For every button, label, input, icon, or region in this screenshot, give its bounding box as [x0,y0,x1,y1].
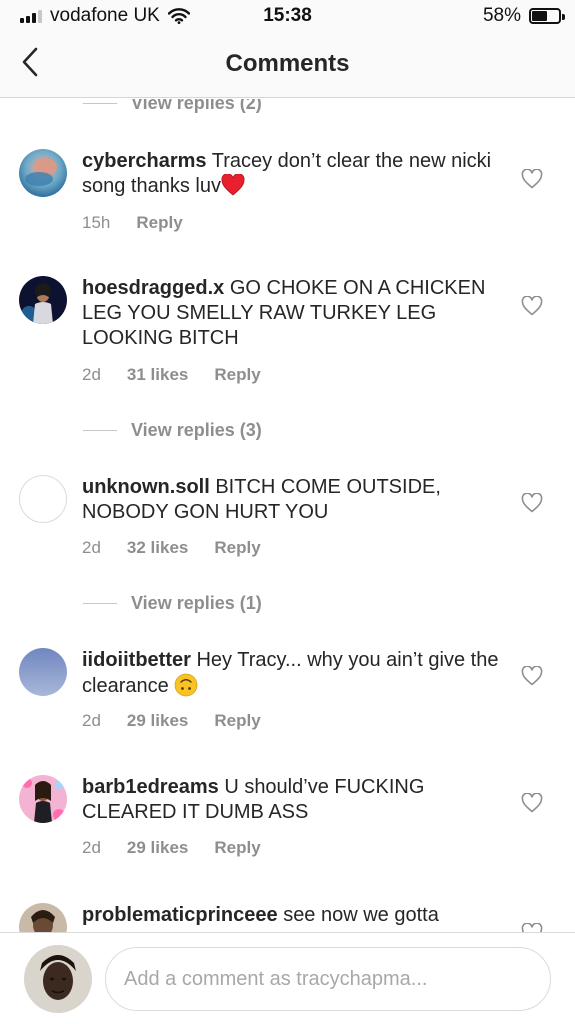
comment-text: problematicprinceee see now we gotta [82,903,507,928]
battery-icon [529,8,565,24]
reply-button[interactable]: Reply [214,365,260,385]
comment-username[interactable]: hoesdragged.x [82,277,224,299]
comment-likes[interactable]: 32 likes [127,538,188,558]
comment-username[interactable]: cybercharms [82,150,207,172]
comments-list[interactable]: View replies (2) cybercharms Tracey don’… [0,99,575,932]
comment-username[interactable]: barb1edreams [82,776,219,798]
replies-divider [83,103,117,104]
comment-composer: Add a comment as tracychapma... [0,932,575,1024]
comment-input[interactable]: Add a comment as tracychapma... [105,947,551,1011]
battery-tip [562,14,565,20]
avatar[interactable] [19,475,67,523]
comment-likes[interactable]: 29 likes [127,838,188,858]
view-replies-label: View replies (1) [131,593,262,613]
avatar[interactable] [19,149,67,197]
upside-down-face-emoji-icon [174,673,198,697]
avatar[interactable] [19,276,67,324]
comment-body: see now we gotta [283,904,439,926]
comment-likes[interactable]: 29 likes [127,711,188,731]
view-replies-link[interactable]: View replies (2) [83,99,262,114]
reply-button[interactable]: Reply [214,538,260,558]
like-heart-icon[interactable] [521,296,543,316]
like-heart-icon[interactable] [521,493,543,513]
reply-button[interactable]: Reply [136,213,182,233]
view-replies-link[interactable]: View replies (3) [83,420,262,441]
comment-text: iidoiitbetter Hey Tracy... why you ain’t… [82,648,507,699]
comment-text: hoesdragged.x GO CHOKE ON A CHICKEN LEG … [82,276,507,351]
comment-time: 2d [82,711,101,730]
comment-username[interactable]: unknown.soll [82,476,210,498]
comment-meta: 2d 29 likes Reply [82,711,287,731]
comment-username[interactable]: iidoiitbetter [82,649,191,671]
reply-button[interactable]: Reply [214,838,260,858]
comment-time: 15h [82,213,111,232]
comment-meta: 2d 29 likes Reply [82,838,287,858]
battery-group: 58% [482,5,565,27]
comment-text: unknown.soll BITCH COME OUTSIDE, NOBODY … [82,475,507,525]
reply-button[interactable]: Reply [214,711,260,731]
avatar[interactable] [19,648,67,696]
status-bar: vodafone UK 15:38 58% [0,0,575,32]
view-replies-link[interactable]: View replies (1) [83,593,262,614]
replies-divider [83,603,117,604]
avatar[interactable] [19,775,67,823]
like-heart-icon[interactable] [521,923,543,932]
comment-time: 2d [82,538,101,557]
replies-divider [83,430,117,431]
comment-username[interactable]: problematicprinceee [82,904,278,926]
comment-likes[interactable]: 31 likes [127,365,188,385]
comment-time: 2d [82,365,101,384]
red-heart-emoji-icon [221,174,245,196]
like-heart-icon[interactable] [521,169,543,189]
nav-header: Comments [0,32,575,98]
view-replies-label: View replies (2) [131,99,262,113]
avatar[interactable] [19,903,67,932]
comment-meta: 15h Reply [82,213,209,233]
battery-level [532,11,548,21]
comment-meta: 2d 32 likes Reply [82,538,287,558]
like-heart-icon[interactable] [521,666,543,686]
comment-text: barb1edreams U should’ve FUCKING CLEARED… [82,775,507,825]
like-heart-icon[interactable] [521,793,543,813]
current-user-avatar [24,945,92,1013]
comment-text: cybercharms Tracey don’t clear the new n… [82,149,507,199]
page-title: Comments [225,50,350,77]
battery-percent: 58% [482,5,521,26]
view-replies-label: View replies (3) [131,420,262,440]
comment-time: 2d [82,838,101,857]
comment-meta: 2d 31 likes Reply [82,365,287,385]
